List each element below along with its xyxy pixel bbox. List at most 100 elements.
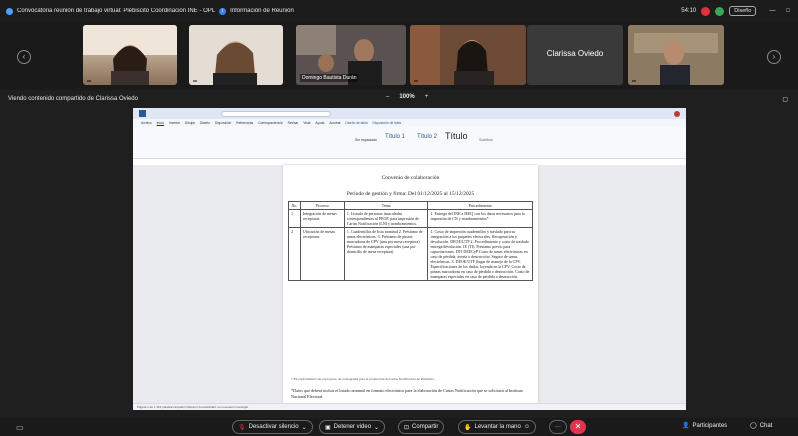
meeting-clock: 54:10 [681,8,697,14]
cell-no: 1 [288,209,301,228]
word-titlebar [133,108,686,119]
zoom-value: 100% [399,94,415,100]
raise-hand-label: Levantar la mano [474,424,521,430]
cell-proceso: Integración de mesas receptoras [299,209,345,228]
ribbon-tab[interactable]: Correspondencia [258,121,282,125]
info-icon[interactable]: i [219,7,227,15]
word-statusbar: Página 1 de 1 315 palabras Español (Méxi… [133,403,686,410]
style-no-spacing[interactable]: Sin espaciado [355,138,377,142]
meeting-icon [6,7,13,15]
captions-icon[interactable]: ▭ [16,423,24,432]
gallery-prev-icon[interactable]: ‹ [17,50,31,64]
zoom-controls: – 100% + [386,94,428,100]
share-screen-icon: ⊡ [404,424,410,431]
participant-tile[interactable] [189,25,283,85]
style-heading2[interactable]: Título 2 [417,134,437,140]
ribbon-tab[interactable]: Vista [303,121,310,125]
style-heading1[interactable]: Título 1 [385,134,405,140]
chat-button[interactable]: ◯ Chat [750,422,773,430]
word-ribbon-tabs: Archivo Inicio Insertar Dibujar Diseño D… [133,119,686,127]
reactions-icon[interactable]: ☺ [524,424,530,430]
meeting-info-link[interactable]: Información de Reunión [230,8,294,14]
document-page[interactable]: Convenio de colaboración Periodo de gest… [283,165,538,410]
maximize-icon[interactable]: □ [786,8,790,14]
ribbon-tab[interactable]: Diseño de tabla [345,121,367,125]
doc-footnote: * En conformidad con el proyecto de cron… [291,377,435,381]
participants-button[interactable]: 👤 Participantes [682,422,727,430]
more-options-button[interactable]: ··· [549,420,567,434]
participants-gallery: ‹ Domingo Bautista Durán Clarissa Oviedo… [0,22,798,90]
ribbon-tab[interactable]: Diseño [200,121,210,125]
document-canvas[interactable]: Convenio de colaboración Periodo de gest… [133,165,686,410]
participant-tile[interactable] [83,25,177,85]
security-indicator-icon[interactable] [715,6,725,16]
close-icon: ✕ [574,422,582,431]
participant-name [87,80,91,82]
ribbon-tab[interactable]: Disposición [215,121,231,125]
participant-name [632,80,636,82]
leave-meeting-button[interactable]: ✕ [570,420,586,434]
ribbon-tab[interactable]: Archivo [141,121,152,125]
zoom-out-button[interactable]: – [386,94,389,100]
ribbon-tab[interactable]: Ayuda [315,121,324,125]
participant-tile[interactable] [628,25,724,85]
shared-screen: Archivo Inicio Insertar Dibujar Diseño D… [133,108,686,410]
view-layout-button[interactable]: Diseño [729,6,757,16]
chat-icon: ◯ [750,423,757,429]
participant-name: Domingo Bautista Durán [300,74,359,82]
doc-note: *Datos que deberá incluir el listado nom… [291,388,523,399]
record-indicator-icon[interactable] [701,6,711,16]
table-row: 2 Ubicación de mesas receptoras 1. Cuade… [288,227,533,281]
raise-hand-button[interactable]: ✋ Levantar la mano ☺ [458,420,536,434]
window-titlebar: Convocatoria reunión de trabajo virtual:… [0,0,798,22]
word-search-input[interactable] [221,110,331,117]
doc-title: Convenio de colaboración [381,175,440,181]
zoom-in-button[interactable]: + [425,94,429,100]
cell-tema: 1. Listado de personas insaculadas corre… [343,209,429,228]
table-row: 1 Integración de mesas receptoras 1. Lis… [288,209,533,228]
camera-icon: ▣ [325,424,331,431]
participant-tile[interactable]: Clarissa Oviedo [527,25,623,85]
user-avatar[interactable] [674,110,680,117]
doc-period: Periodo de gestión y firma: Del 01/12/20… [346,191,475,197]
participants-icon: 👤 [682,423,690,429]
popout-icon[interactable]: ▢ [782,96,788,103]
participant-name [414,80,418,82]
video-button[interactable]: ▣ Detener video ⌄ [319,420,386,434]
ribbon-tab[interactable]: Referencias [236,121,253,125]
participant-video [410,25,526,85]
mute-button[interactable]: 🎙 Desactivar silencio ⌄ [232,420,313,434]
cell-procedimiento: 1. Costo de impresión cuadernillos y tra… [427,227,533,281]
share-label: Compartir [412,424,439,430]
style-subtitle[interactable]: Subtítulo [479,138,493,142]
participant-video [628,25,724,85]
style-title[interactable]: Título [445,131,468,141]
process-table: No. Proceso Tema Procedimiento 1 Integra… [288,201,533,281]
minimize-icon[interactable]: — [769,8,775,14]
participant-tile[interactable]: Domingo Bautista Durán [296,25,406,85]
participant-tile[interactable] [410,25,526,85]
col-header: Proceso [299,201,345,210]
cell-tema: 1. Cuadernillos de lista nominal 2. Prés… [343,227,429,281]
cell-procedimiento: 1. Entrega del INE a IEEQ con los datos … [427,209,533,228]
ribbon-tab[interactable]: Inicio [157,121,164,125]
chevron-down-icon[interactable]: ⌄ [374,424,379,431]
cell-no: 2 [288,227,301,281]
chat-label: Chat [759,422,773,429]
microphone-off-icon: 🎙 [238,424,246,431]
share-button[interactable]: ⊡ Compartir [398,420,445,434]
col-header: No. [288,201,301,210]
participant-video [83,25,177,85]
ribbon-tab[interactable]: Insertar [169,121,180,125]
gallery-next-icon[interactable]: › [767,50,781,64]
table-header-row: No. Proceso Tema Procedimiento [288,201,533,210]
chevron-down-icon[interactable]: ⌄ [302,424,307,431]
ribbon-tab[interactable]: Acrobat [329,121,340,125]
col-header: Tema [343,201,429,210]
ribbon-tab[interactable]: Dibujar [185,121,195,125]
meeting-title: Convocatoria reunión de trabajo virtual:… [17,8,216,14]
ribbon-tab[interactable]: Revisar [288,121,299,125]
ribbon-tab[interactable]: Disposición de tabla [373,121,402,125]
hand-icon: ✋ [464,424,472,431]
participant-video [189,25,283,85]
